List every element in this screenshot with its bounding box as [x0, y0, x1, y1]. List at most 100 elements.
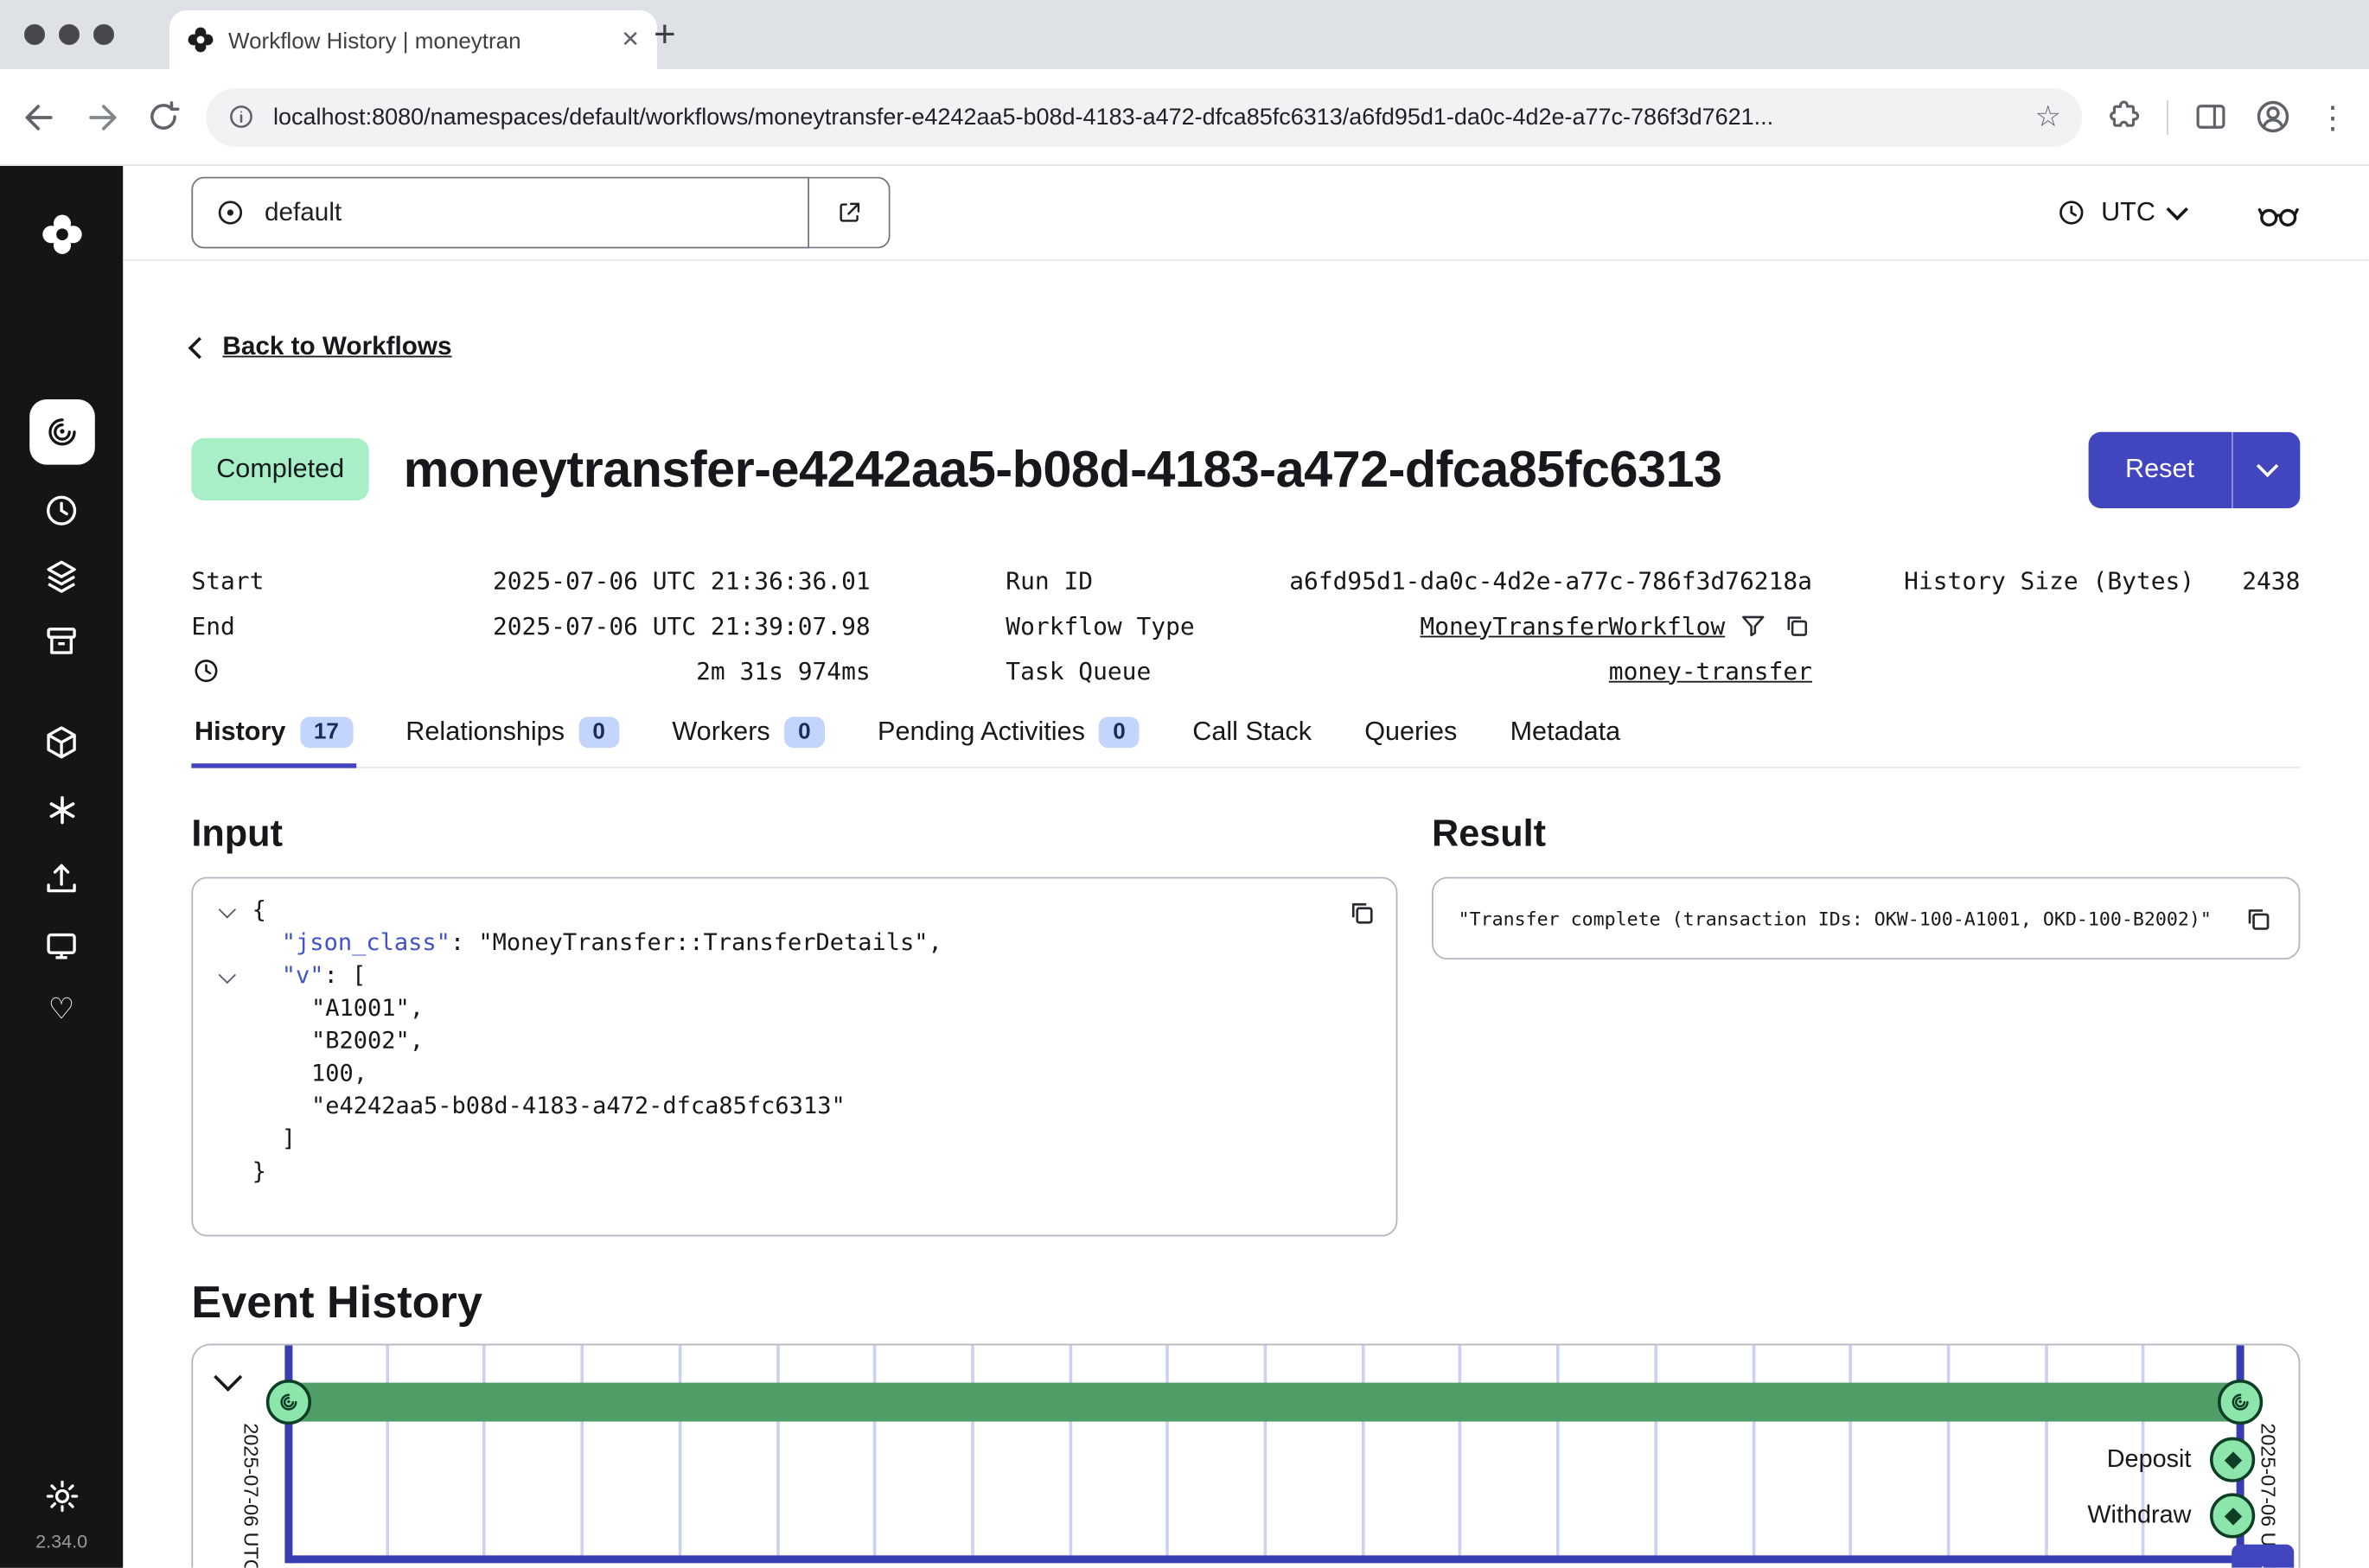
- timeline-gridline: [1361, 1346, 1364, 1556]
- open-namespace-button[interactable]: [809, 177, 891, 249]
- site-info-icon[interactable]: [227, 102, 256, 131]
- nav-archive-icon[interactable]: [42, 621, 81, 660]
- extensions-puzzle-icon[interactable]: [2106, 99, 2142, 135]
- tab-pending-activities[interactable]: Pending Activities0: [874, 708, 1142, 768]
- workflow-end-marker-icon[interactable]: [2218, 1380, 2263, 1425]
- tab-relationships[interactable]: Relationships0: [403, 708, 623, 768]
- timeline-gridline: [483, 1346, 487, 1556]
- tab-queries[interactable]: Queries: [1362, 708, 1460, 768]
- side-panel-icon[interactable]: [2193, 99, 2229, 135]
- input-heading: Input: [191, 813, 1397, 857]
- clock-icon: [2056, 197, 2087, 228]
- nav-heart-icon[interactable]: ♡: [48, 995, 75, 1024]
- reset-button[interactable]: Reset: [2088, 431, 2232, 507]
- collapse-caret-icon[interactable]: [219, 902, 236, 919]
- tab-count-badge: 0: [1099, 717, 1140, 749]
- window-close-button[interactable]: [24, 24, 45, 45]
- nav-asterisk-icon[interactable]: [43, 792, 80, 829]
- code-line: {: [218, 895, 1371, 927]
- nav-upload-icon[interactable]: [42, 858, 81, 897]
- toolbar-divider: [2167, 99, 2168, 134]
- new-tab-button[interactable]: +: [654, 14, 676, 55]
- temporal-logo-icon[interactable]: [40, 213, 83, 256]
- reload-icon[interactable]: [145, 99, 182, 135]
- start-label: Start: [191, 567, 264, 595]
- copy-result-icon[interactable]: [2243, 903, 2274, 934]
- back-icon[interactable]: [21, 98, 59, 136]
- run-id-value: a6fd95d1-da0c-4d2e-a77c-786f3d76218a: [1289, 567, 1812, 595]
- timeline-collapse-icon[interactable]: [214, 1363, 242, 1392]
- temporal-favicon-icon: [187, 26, 214, 54]
- profile-avatar-icon[interactable]: [2253, 97, 2293, 137]
- window-controls[interactable]: [24, 24, 114, 45]
- tab-metadata[interactable]: Metadata: [1507, 708, 1624, 768]
- copy-icon[interactable]: [1783, 611, 1812, 641]
- browser-tab[interactable]: Workflow History | moneytran ✕: [169, 10, 657, 69]
- nav-screen-icon[interactable]: [42, 927, 81, 966]
- theme-sun-icon[interactable]: [43, 1477, 80, 1514]
- url-text[interactable]: localhost:8080/namespaces/default/workfl…: [273, 104, 2018, 130]
- browser-toolbar: localhost:8080/namespaces/default/workfl…: [0, 69, 2369, 166]
- timeline-gridline: [1947, 1346, 1951, 1556]
- diamond-icon: [2224, 1507, 2241, 1525]
- tab-count-badge: 17: [300, 717, 353, 749]
- scroll-down-button[interactable]: ↓: [2232, 1545, 2294, 1568]
- back-to-workflows[interactable]: Back to Workflows: [191, 333, 2300, 362]
- activity-event-marker-icon[interactable]: [2210, 1494, 2255, 1539]
- tab-call-stack[interactable]: Call Stack: [1190, 708, 1315, 768]
- task-queue-link[interactable]: money-transfer: [1609, 657, 1812, 685]
- temporal-app: ♡ 2.34.0 default: [0, 166, 2369, 1568]
- result-viewer: "Transfer complete (transaction IDs: OKW…: [1432, 877, 2300, 959]
- status-badge: Completed: [191, 438, 369, 500]
- app-header: default UTC: [123, 166, 2368, 261]
- tab-count-badge: 0: [578, 717, 619, 749]
- browser-menu-icon[interactable]: ⋮: [2317, 101, 2348, 132]
- window-minimize-button[interactable]: [59, 24, 80, 45]
- end-label: End: [191, 612, 234, 640]
- tab-workers[interactable]: Workers0: [669, 708, 828, 768]
- window-zoom-button[interactable]: [93, 24, 114, 45]
- timeline-start-line: [284, 1346, 292, 1564]
- timeline-gridline: [1459, 1346, 1462, 1556]
- tab-title: Workflow History | moneytran: [228, 27, 607, 53]
- workflow-start-marker-icon[interactable]: [266, 1380, 311, 1425]
- timeline-lane-withdraw: Withdraw: [2087, 1494, 2255, 1539]
- tab-label: Queries: [1364, 717, 1457, 749]
- filter-funnel-icon[interactable]: [1739, 611, 1768, 641]
- lane-label: Withdraw: [2087, 1502, 2191, 1530]
- copy-input-icon[interactable]: [1346, 897, 1377, 928]
- nav-clock-history-icon[interactable]: [42, 491, 81, 530]
- tab-count-badge: 0: [784, 717, 825, 749]
- reset-dropdown-button[interactable]: [2232, 431, 2300, 507]
- code-line: ]: [218, 1123, 1371, 1156]
- labs-glasses-icon[interactable]: [2257, 191, 2300, 234]
- activity-event-marker-icon[interactable]: [2210, 1437, 2255, 1482]
- tab-history[interactable]: History17: [191, 708, 355, 768]
- nav-cube-icon[interactable]: [42, 723, 81, 762]
- bookmark-star-icon[interactable]: ☆: [2035, 99, 2062, 134]
- timeline-gridline: [581, 1346, 584, 1556]
- timezone-picker[interactable]: UTC: [2056, 197, 2185, 228]
- code-line: "A1001",: [218, 992, 1371, 1025]
- nav-workflows-spiral-icon[interactable]: [29, 399, 94, 465]
- tab-label: Call Stack: [1192, 717, 1312, 749]
- tab-close-icon[interactable]: ✕: [621, 26, 640, 54]
- workflow-duration-bar[interactable]: [290, 1383, 2241, 1422]
- nav-layers-icon[interactable]: [42, 557, 81, 596]
- namespace-selector[interactable]: default: [191, 177, 809, 249]
- duration-value: 2m 31s 974ms: [696, 657, 871, 685]
- timeline-gridline: [873, 1346, 877, 1556]
- collapse-caret-icon[interactable]: [219, 966, 236, 984]
- back-link-label[interactable]: Back to Workflows: [222, 333, 451, 362]
- forward-icon[interactable]: [83, 98, 121, 136]
- timeline-gridline: [1264, 1346, 1268, 1556]
- workflow-type-link[interactable]: MoneyTransferWorkflow: [1420, 612, 1725, 640]
- timeline-gridline: [678, 1346, 681, 1556]
- app-sidebar: ♡ 2.34.0: [0, 166, 123, 1568]
- duration-clock-icon: [191, 656, 220, 685]
- namespace-icon: [214, 197, 246, 228]
- address-bar[interactable]: localhost:8080/namespaces/default/workfl…: [206, 87, 2082, 146]
- timeline-gridline: [2044, 1346, 2047, 1556]
- end-value: 2025-07-06 UTC 21:39:07.98: [493, 612, 871, 640]
- chevron-down-icon: [2166, 199, 2187, 220]
